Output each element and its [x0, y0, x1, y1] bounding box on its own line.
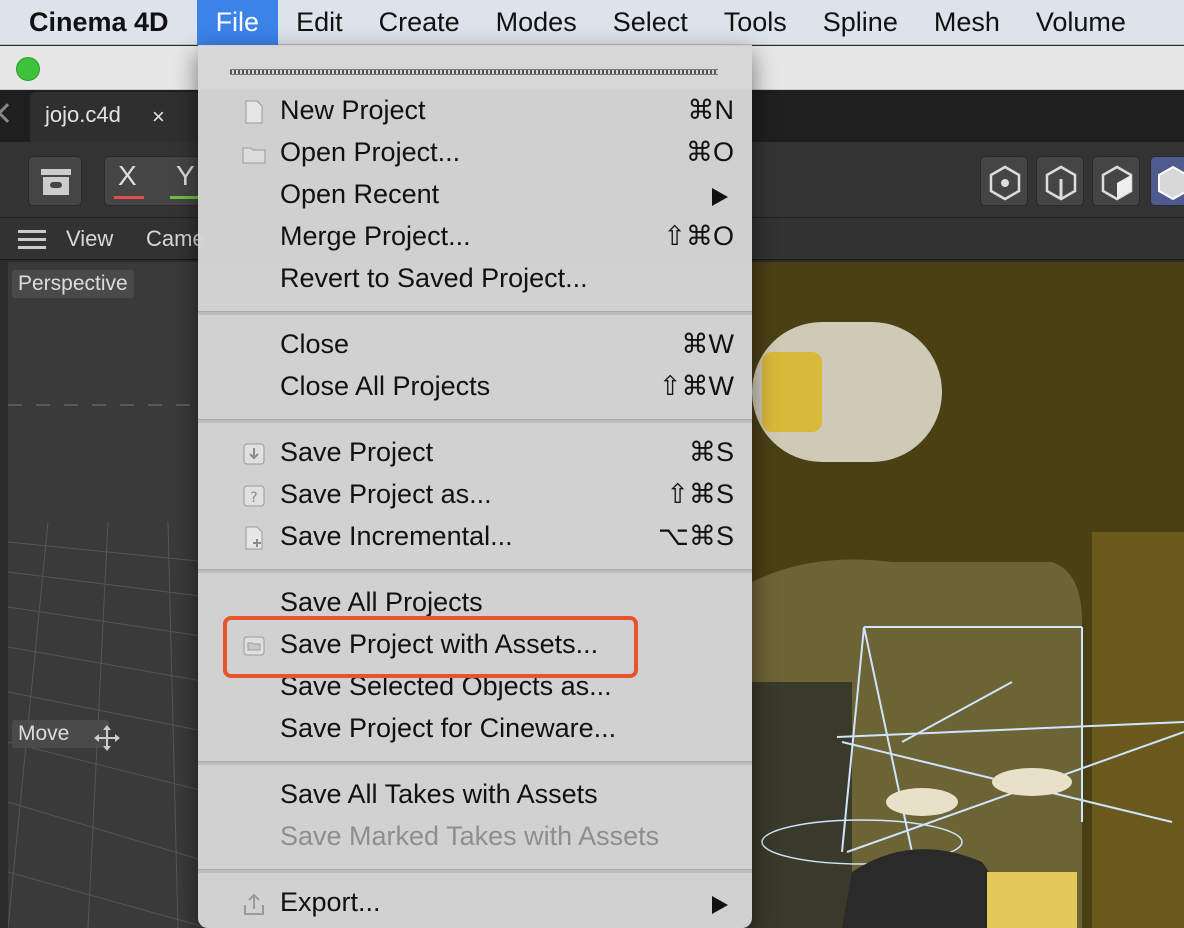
menu-tools[interactable]: Tools: [706, 0, 805, 45]
hex-edge-icon: [1045, 165, 1077, 201]
viewport-scene-render: [752, 262, 1184, 928]
menu-separator: [198, 761, 752, 765]
close-tab-icon[interactable]: ×: [152, 104, 165, 130]
hex-model-icon: [1158, 165, 1184, 201]
menu-item-save-project-with-assets[interactable]: Save Project with Assets...: [198, 625, 752, 667]
folder-icon: [242, 147, 266, 164]
menu-item-merge-project[interactable]: Merge Project... ⇧⌘O: [198, 217, 752, 259]
save-as-icon: ?: [243, 485, 265, 507]
menu-item-save-incremental[interactable]: Save Incremental... ⌥⌘S: [198, 517, 752, 559]
hex-point-icon: [989, 165, 1021, 201]
menu-item-revert-to-saved[interactable]: Revert to Saved Project...: [198, 259, 752, 301]
viewport-menu-cameras[interactable]: Came: [146, 226, 205, 252]
save-incremental-icon: [245, 526, 263, 550]
menu-item-open-project[interactable]: Open Project... ⌘O: [198, 133, 752, 175]
menu-item-save-all-takes-with-assets[interactable]: Save All Takes with Assets: [198, 775, 752, 817]
submenu-arrow-icon: [712, 188, 728, 206]
edges-mode-button[interactable]: [1036, 156, 1084, 206]
menu-separator: [198, 311, 752, 315]
undo-history-button[interactable]: [28, 156, 82, 206]
menu-edit[interactable]: Edit: [278, 0, 361, 45]
menu-bar: Cinema 4D File Edit Create Modes Select …: [0, 0, 1184, 45]
menu-volume[interactable]: Volume: [1018, 0, 1144, 45]
menu-tearoff-handle[interactable]: [230, 69, 718, 75]
menu-item-export[interactable]: Export...: [198, 883, 752, 925]
app-menu[interactable]: Cinema 4D: [0, 0, 197, 45]
file-menu-dropdown: New Project ⌘N Open Project... ⌘O Open R…: [198, 45, 752, 928]
hex-polygon-icon: [1101, 165, 1133, 201]
document-icon: [245, 100, 263, 124]
menu-item-save-project[interactable]: Save Project ⌘S: [198, 433, 752, 475]
menu-item-save-project-for-cineware[interactable]: Save Project for Cineware...: [198, 709, 752, 751]
menu-item-open-recent[interactable]: Open Recent: [198, 175, 752, 217]
menu-item-save-marked-takes-with-assets: Save Marked Takes with Assets: [280, 821, 660, 851]
svg-text:?: ?: [250, 490, 257, 506]
viewport-menu-view[interactable]: View: [66, 226, 113, 252]
menu-file[interactable]: File: [196, 0, 279, 45]
save-icon: [243, 443, 265, 465]
archive-icon: [41, 169, 71, 195]
menu-item-save-selected-objects-as[interactable]: Save Selected Objects as...: [198, 667, 752, 709]
scene-wireframe: [752, 262, 1184, 928]
menu-spline[interactable]: Spline: [805, 0, 916, 45]
document-tab-title: jojo.c4d: [45, 102, 121, 127]
y-axis-indicator: [170, 196, 198, 199]
menu-select[interactable]: Select: [595, 0, 706, 45]
menu-item-close-all-projects[interactable]: Close All Projects ⇧⌘W: [198, 367, 752, 409]
submenu-arrow-icon: [712, 896, 728, 914]
viewport-camera-label: Perspective: [12, 270, 134, 298]
menu-item-save-all-projects[interactable]: Save All Projects: [198, 583, 752, 625]
menu-item-save-project-as[interactable]: ? Save Project as... ⇧⌘S: [198, 475, 752, 517]
x-axis-toggle[interactable]: X: [118, 160, 137, 192]
menu-item-close[interactable]: Close ⌘W: [198, 325, 752, 367]
menu-separator: [198, 569, 752, 573]
viewport-menu-icon[interactable]: [18, 230, 46, 250]
zoom-window-button[interactable]: [16, 57, 40, 81]
menu-separator: [198, 419, 752, 423]
export-icon: [244, 893, 264, 915]
folder-icon: [243, 636, 265, 656]
menu-item-new-project[interactable]: New Project ⌘N: [198, 91, 752, 133]
menu-create[interactable]: Create: [361, 0, 478, 45]
model-mode-button[interactable]: [1150, 156, 1184, 206]
y-axis-toggle[interactable]: Y: [176, 160, 195, 192]
polygons-mode-button[interactable]: [1092, 156, 1140, 206]
x-axis-indicator: [114, 196, 144, 199]
menu-modes[interactable]: Modes: [478, 0, 595, 45]
menu-separator: [198, 869, 752, 873]
move-arrows-icon: [94, 725, 120, 751]
points-mode-button[interactable]: [980, 156, 1028, 206]
menu-mesh[interactable]: Mesh: [916, 0, 1018, 45]
